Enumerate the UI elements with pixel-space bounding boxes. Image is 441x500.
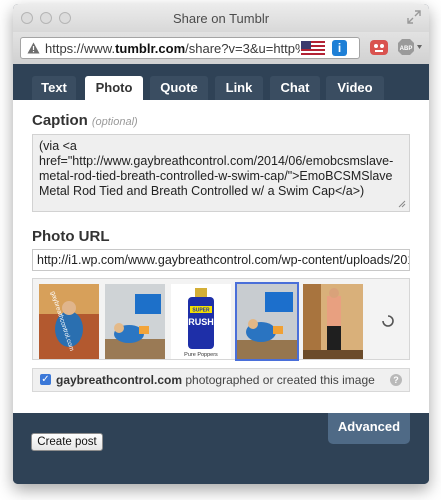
url-text[interactable]: https://www.tumblr.com/share?v=3&u=http%…	[45, 41, 300, 56]
tab-photo[interactable]: Photo	[85, 76, 143, 100]
photo-credit-text: gaybreathcontrol.com photographed or cre…	[56, 373, 375, 387]
photo-credit-row: ✓ gaybreathcontrol.com photographed or c…	[32, 368, 410, 392]
photo-thumbnail[interactable]: SUPER RUSH Pure Poppers	[171, 284, 231, 359]
us-flag-icon[interactable]	[301, 41, 325, 55]
tab-video[interactable]: Video	[326, 76, 384, 100]
tab-quote[interactable]: Quote	[150, 76, 208, 100]
caption-text: (via <a href="http://www.gaybreathcontro…	[39, 139, 394, 198]
photo-credit-checkbox[interactable]: ✓	[40, 374, 51, 385]
browser-toolbar: https://www.tumblr.com/share?v=3&u=http%…	[13, 32, 429, 65]
window-title: Share on Tumblr	[172, 11, 270, 26]
tab-link[interactable]: Link	[215, 76, 263, 100]
loading-spinner-icon	[382, 315, 394, 327]
advanced-button[interactable]: Advanced	[328, 413, 410, 444]
photo-form: Caption (optional) (via <a href="http://w…	[13, 100, 429, 413]
footer-bar: Advanced Create post	[13, 413, 429, 484]
tab-chat[interactable]: Chat	[270, 76, 320, 100]
address-bar[interactable]: https://www.tumblr.com/share?v=3&u=http%…	[20, 37, 360, 59]
svg-text:ABP: ABP	[400, 46, 413, 52]
fullscreen-icon[interactable]	[407, 10, 421, 24]
photo-thumbnail[interactable]	[303, 284, 363, 359]
photo-thumbnail[interactable]	[105, 284, 165, 359]
resize-handle-icon[interactable]	[398, 200, 406, 208]
post-type-tabs: Text Photo Quote Link Chat Video	[13, 64, 429, 100]
svg-text:Pure Poppers: Pure Poppers	[184, 352, 218, 358]
caption-textarea[interactable]: (via <a href="http://www.gaybreathcontro…	[32, 134, 410, 212]
photo-thumbnails: gaybreathcontrol.com SUPER RUSH Pure Pop…	[32, 278, 410, 361]
photo-url-label: Photo URL	[32, 228, 110, 245]
svg-text:SUPER: SUPER	[192, 308, 210, 314]
warning-icon	[27, 42, 40, 54]
share-window: Share on Tumblr https://www.tumblr.com/s…	[13, 4, 429, 484]
adblock-icon[interactable]: ABP	[397, 38, 423, 56]
photo-thumbnail-selected[interactable]	[235, 282, 299, 361]
create-post-button[interactable]: Create post	[31, 433, 103, 451]
photo-thumbnail[interactable]: gaybreathcontrol.com	[39, 284, 99, 359]
tab-text[interactable]: Text	[32, 76, 76, 100]
caption-optional-hint: (optional)	[91, 116, 138, 128]
extension-face-icon[interactable]	[369, 37, 389, 57]
svg-text:RUSH: RUSH	[188, 317, 214, 327]
photo-url-input[interactable]: http://i1.wp.com/www.gaybreathcontrol.co…	[32, 249, 410, 271]
help-icon[interactable]: ?	[390, 374, 402, 386]
title-bar: Share on Tumblr	[13, 4, 429, 32]
caption-label: Caption (optional)	[32, 112, 138, 129]
info-icon[interactable]: i	[332, 40, 347, 56]
